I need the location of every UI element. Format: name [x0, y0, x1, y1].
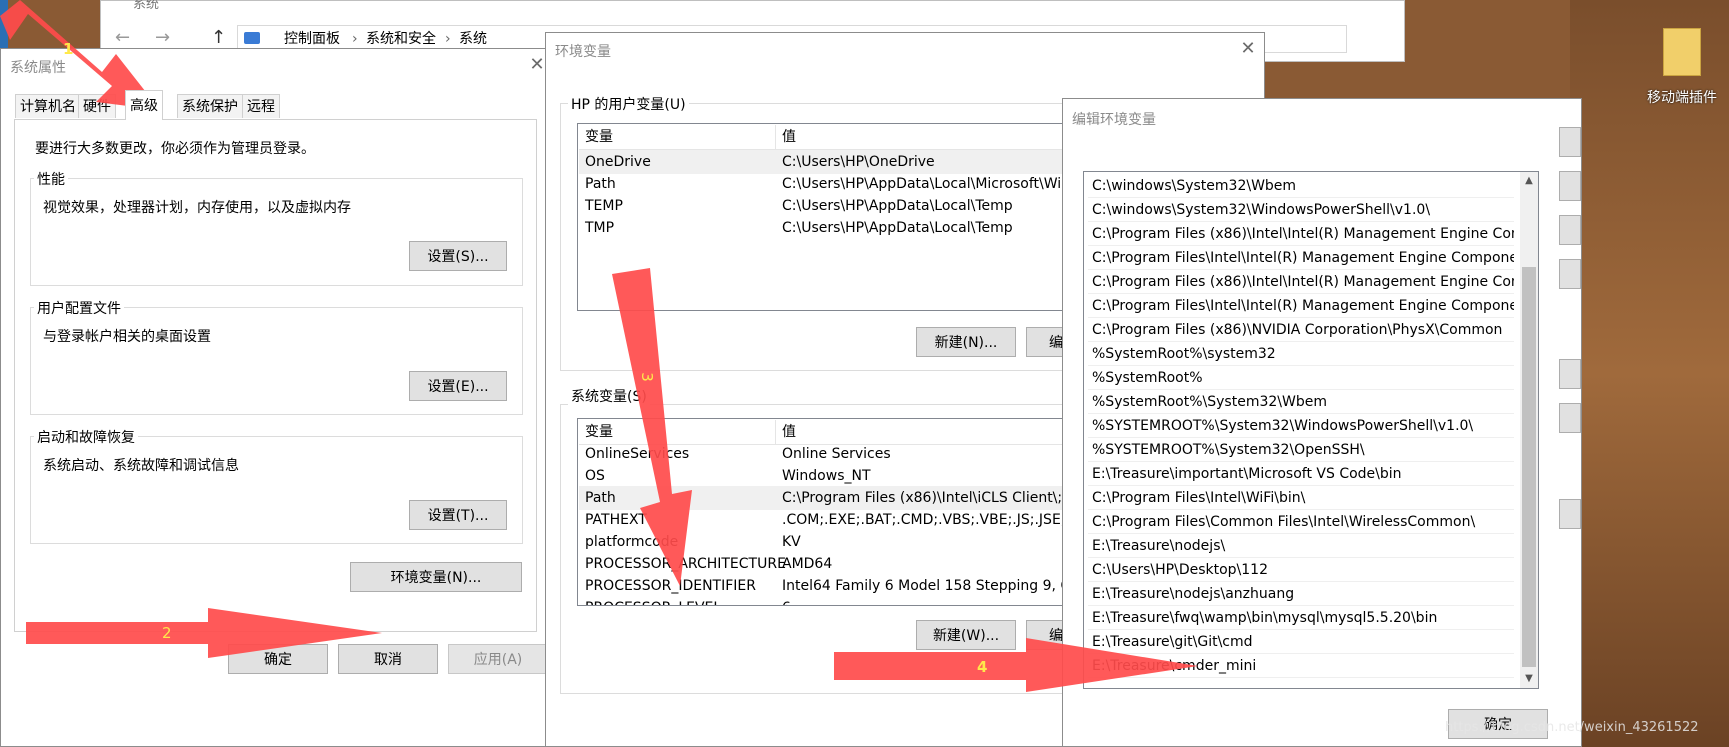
- annotation-label-4: 4: [977, 658, 988, 676]
- annotation-arrow-3: [612, 268, 692, 586]
- annotation-arrow-4: [834, 638, 1198, 692]
- annotation-label-1: 1: [63, 40, 74, 58]
- annotation-arrow-2: [26, 608, 382, 658]
- watermark: https://blog.csdn.net/weixin_43261522: [1445, 720, 1699, 735]
- annotation-label-2: 2: [162, 624, 172, 642]
- tab-advanced[interactable]: 高级: [125, 90, 163, 120]
- annotation-arrows: [0, 0, 1198, 692]
- annotation-label-3: 3: [637, 372, 656, 382]
